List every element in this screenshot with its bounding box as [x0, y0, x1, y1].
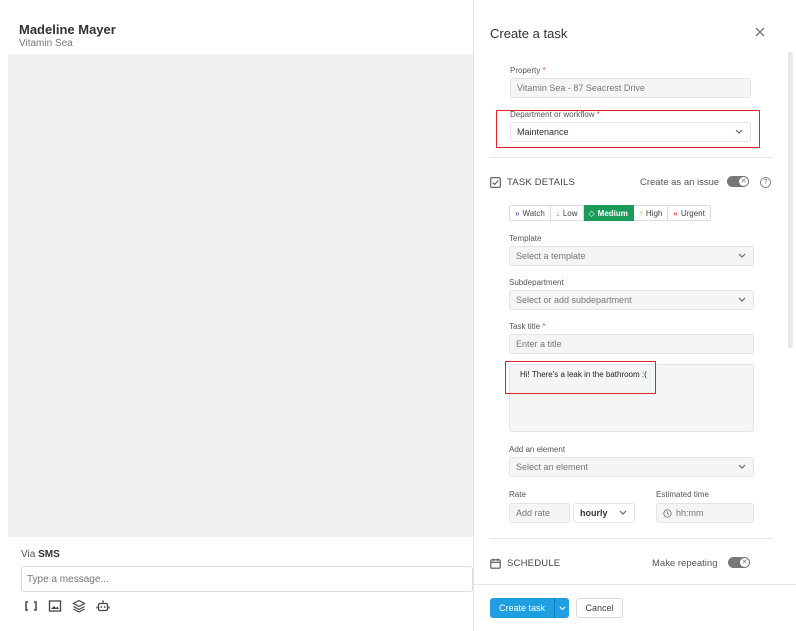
watch-icon: »	[515, 208, 520, 218]
rate-label: Rate	[509, 490, 526, 499]
required-marker: *	[542, 66, 546, 75]
priority-label: Medium	[597, 208, 628, 218]
property-label-text: Property	[510, 66, 541, 75]
section-divider	[490, 538, 773, 539]
rate-unit-value: hourly	[580, 508, 608, 518]
chevron-down-icon	[738, 253, 746, 259]
property-label: Property *	[510, 66, 546, 75]
priority-label: Watch	[522, 208, 545, 218]
message-thread	[8, 54, 473, 537]
estimated-time-placeholder: hh:mm	[676, 508, 704, 518]
property-value: Vitamin Sea - 87 Seacrest Drive	[517, 83, 645, 93]
priority-urgent[interactable]: « Urgent	[668, 205, 711, 221]
bot-icon[interactable]	[96, 599, 110, 613]
priority-watch[interactable]: » Watch	[509, 205, 551, 221]
estimated-time-input[interactable]: hh:mm	[656, 503, 754, 523]
create-options-button[interactable]	[554, 598, 569, 618]
priority-label: Low	[562, 208, 578, 218]
subdepartment-placeholder: Select or add subdepartment	[516, 295, 632, 305]
toggle-knob: ✕	[739, 177, 748, 186]
close-icon[interactable]	[753, 25, 767, 39]
required-marker: *	[542, 322, 546, 331]
task-details-title: TASK DETAILS	[507, 177, 576, 188]
create-task-panel: Create a task Property * Vitamin Sea - 8…	[473, 0, 796, 631]
task-title-label: Task title *	[509, 322, 545, 331]
app-root: Madeline Mayer Vitamin Sea Via SMS Creat…	[0, 0, 796, 631]
chevron-down-icon	[619, 510, 627, 516]
modal-title: Create a task	[490, 26, 568, 41]
via-channel[interactable]: SMS	[38, 549, 60, 560]
schedule-heading: SCHEDULE	[490, 558, 560, 569]
repeat-toggle-label: Make repeating	[652, 558, 718, 569]
help-icon[interactable]: ?	[760, 177, 771, 188]
modal-footer: Create task Cancel	[474, 584, 796, 631]
template-label: Template	[509, 234, 542, 243]
rate-input[interactable]: Add rate	[509, 503, 570, 523]
image-icon[interactable]	[48, 599, 62, 613]
template-placeholder: Select a template	[516, 251, 586, 261]
cancel-button[interactable]: Cancel	[576, 598, 623, 618]
contact-name: Madeline Mayer	[19, 22, 116, 37]
message-input[interactable]	[21, 566, 473, 592]
diamond-icon: ◇	[588, 208, 595, 218]
via-prefix: Via	[21, 549, 36, 560]
arrow-down-icon: ↓	[555, 208, 560, 218]
element-select[interactable]: Select an element	[509, 457, 754, 477]
subdepartment-select[interactable]: Select or add subdepartment	[509, 290, 754, 310]
clock-icon	[663, 508, 672, 518]
conversation-pane: Madeline Mayer Vitamin Sea Via SMS	[0, 0, 473, 631]
repeat-toggle[interactable]: ✕	[728, 557, 750, 568]
priority-selector: » Watch ↓ Low ◇ Medium ↑ High « Urgent	[509, 205, 711, 221]
chevron-down-icon	[558, 605, 566, 610]
template-select[interactable]: Select a template	[509, 246, 754, 266]
estimated-time-label: Estimated time	[656, 490, 709, 499]
priority-high[interactable]: ↑ High	[633, 205, 669, 221]
double-chevron-up-icon: «	[673, 208, 678, 218]
chevron-down-icon	[738, 297, 746, 303]
create-task-button[interactable]: Create task	[490, 598, 554, 618]
task-details-heading: TASK DETAILS	[490, 177, 575, 188]
element-label: Add an element	[509, 445, 566, 454]
section-divider	[490, 157, 773, 158]
rate-unit-select[interactable]: hourly	[573, 503, 635, 523]
subdepartment-label: Subdepartment	[509, 278, 564, 287]
priority-label: High	[645, 208, 663, 218]
calendar-icon	[490, 558, 501, 569]
toggle-knob: ✕	[740, 558, 749, 567]
chevron-down-icon	[738, 464, 746, 470]
priority-label: Urgent	[680, 208, 705, 218]
priority-medium[interactable]: ◇ Medium	[583, 205, 634, 221]
element-placeholder: Select an element	[516, 462, 589, 472]
issue-toggle[interactable]: ✕	[727, 176, 749, 187]
bracket-icon[interactable]	[24, 599, 38, 613]
priority-low[interactable]: ↓ Low	[550, 205, 584, 221]
schedule-title: SCHEDULE	[507, 558, 561, 569]
rate-placeholder: Add rate	[516, 508, 551, 518]
task-title-label-text: Task title	[509, 322, 541, 331]
checkbox-icon	[490, 177, 501, 188]
contact-subtitle: Vitamin Sea	[19, 38, 73, 49]
highlight-box-department	[496, 110, 760, 148]
channel-indicator: Via SMS	[21, 549, 60, 560]
property-field: Vitamin Sea - 87 Seacrest Drive	[510, 78, 751, 98]
highlight-box-description	[505, 361, 656, 394]
layers-icon[interactable]	[72, 599, 86, 613]
message-toolbar	[24, 598, 110, 614]
scrollbar[interactable]	[788, 52, 793, 348]
issue-toggle-label: Create as an issue	[640, 177, 720, 188]
task-title-placeholder: Enter a title	[516, 339, 562, 349]
arrow-up-icon: ↑	[638, 208, 643, 218]
task-title-input[interactable]: Enter a title	[509, 334, 754, 354]
